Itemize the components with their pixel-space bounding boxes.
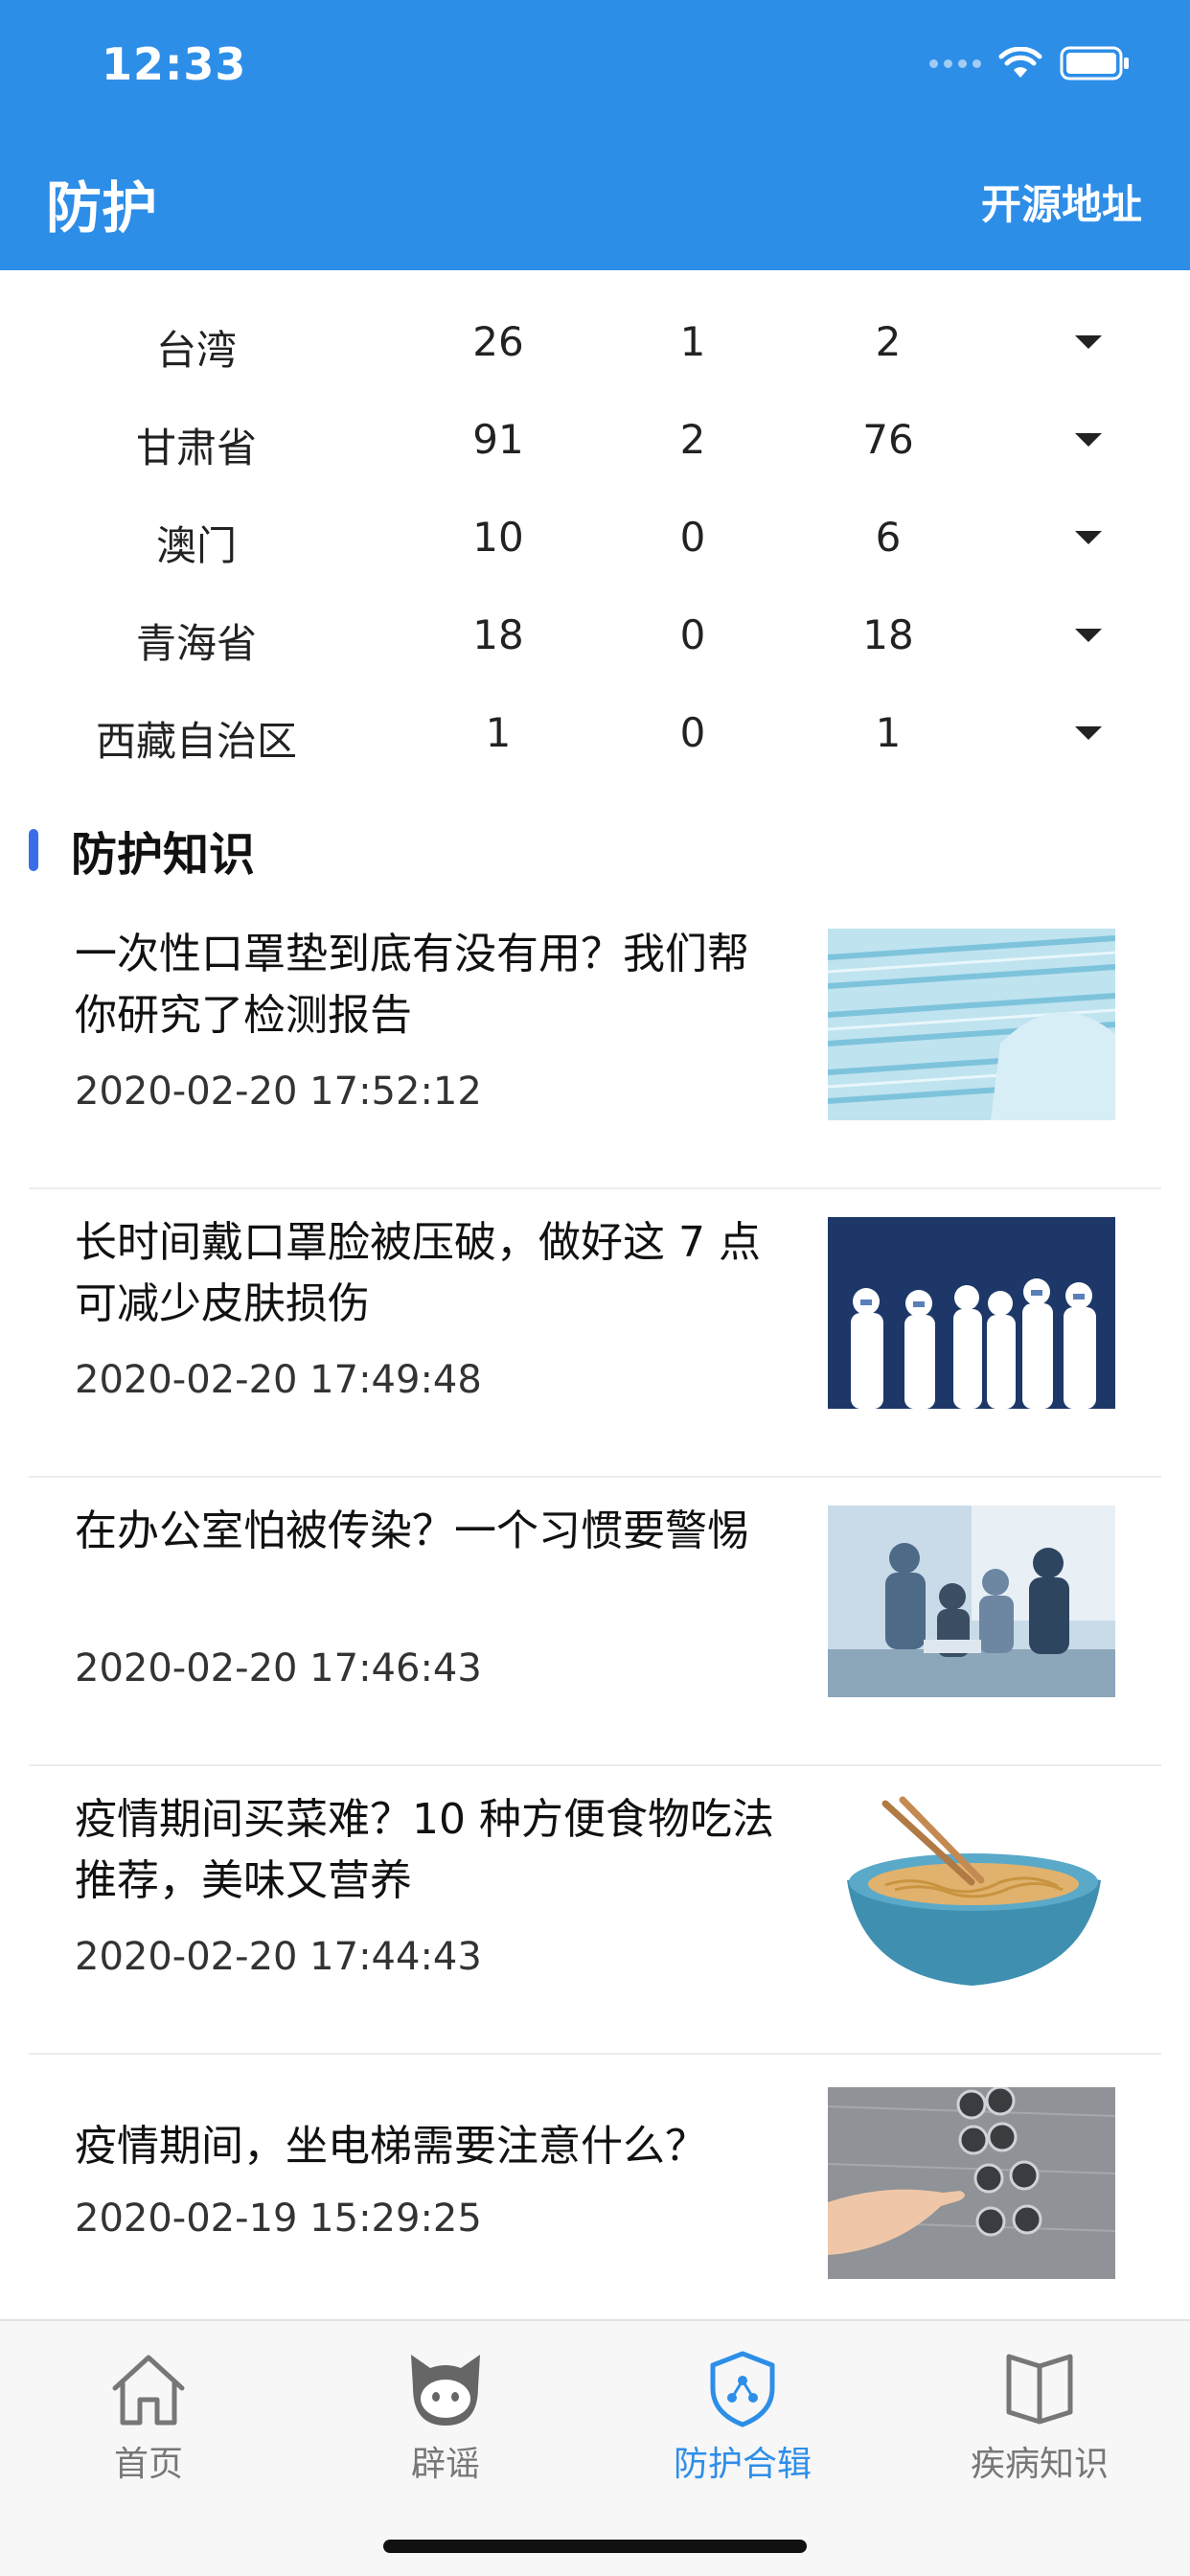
battery-icon — [1060, 46, 1129, 80]
region-stats-table: 台湾 26 1 2 甘肃省 91 2 76 澳门 10 0 6 青海省 18 0… — [0, 293, 1190, 782]
tab-label: 首页 — [113, 2445, 183, 2484]
expand-arrow-icon[interactable] — [1075, 335, 1102, 349]
masks-image — [828, 929, 1115, 1120]
section-accent-bar — [29, 829, 38, 871]
article-item[interactable]: 一次性口罩垫到底有没有用？我们帮你研究了检测报告 2020-02-20 17:5… — [0, 901, 1190, 1189]
region-name: 澳门 — [155, 522, 237, 569]
book-icon — [1006, 2354, 1073, 2425]
expand-arrow-icon[interactable] — [1075, 726, 1102, 740]
section-title: 防护知识 — [71, 828, 256, 882]
cured-count: 18 — [862, 611, 914, 658]
region-name: 甘肃省 — [135, 425, 257, 472]
article-title: 在办公室怕被传染？一个习惯要警惕 — [75, 1506, 749, 1555]
app-header: 12:33 防护 开源地址 — [0, 0, 1190, 270]
article-timestamp: 2020-02-19 15:29:25 — [75, 2196, 482, 2241]
expand-arrow-icon[interactable] — [1075, 433, 1102, 447]
status-icons — [929, 46, 1131, 80]
death-count: 2 — [679, 416, 706, 463]
confirmed-count: 1 — [485, 709, 512, 756]
expand-arrow-icon[interactable] — [1075, 629, 1102, 642]
table-row[interactable]: 甘肃省 91 2 76 — [0, 391, 1190, 489]
tab-home[interactable]: 首页 — [0, 2346, 297, 2486]
cured-count: 6 — [875, 514, 902, 561]
death-count: 0 — [679, 611, 706, 658]
office-image — [828, 1506, 1115, 1697]
article-timestamp: 2020-02-20 17:44:43 — [75, 1935, 482, 1979]
article-item[interactable]: 疫情期间，坐电梯需要注意什么？ 2020-02-19 15:29:25 — [0, 2055, 1190, 2343]
article-item[interactable]: 在办公室怕被传染？一个习惯要警惕 2020-02-20 17:46:43 — [0, 1478, 1190, 1766]
cured-count: 1 — [875, 709, 902, 756]
table-row[interactable]: 青海省 18 0 18 — [0, 586, 1190, 684]
article-timestamp: 2020-02-20 17:49:48 — [75, 1358, 482, 1402]
confirmed-count: 91 — [472, 416, 524, 463]
article-item[interactable]: 疫情期间买菜难？10 种方便食物吃法推荐，美味又营养 2020-02-20 17… — [0, 1766, 1190, 2055]
table-row[interactable]: 台湾 26 1 2 — [0, 293, 1190, 391]
wifi-icon — [998, 47, 1042, 78]
medical-staff-image — [828, 1217, 1115, 1409]
tab-label: 防护合辑 — [673, 2445, 812, 2484]
tab-label: 疾病知识 — [970, 2445, 1109, 2484]
tab-disease[interactable]: 疾病知识 — [891, 2346, 1188, 2486]
article-list: 一次性口罩垫到底有没有用？我们帮你研究了检测报告 2020-02-20 17:5… — [0, 901, 1190, 2343]
confirmed-count: 18 — [472, 611, 524, 658]
shield-icon — [710, 2351, 775, 2427]
signal-icon — [929, 58, 981, 68]
tab-rumor[interactable]: 辟谣 — [297, 2346, 594, 2486]
home-icon — [112, 2355, 185, 2426]
table-row[interactable]: 澳门 10 0 6 — [0, 489, 1190, 586]
region-name: 西藏自治区 — [95, 718, 297, 765]
article-timestamp: 2020-02-20 17:46:43 — [75, 1646, 482, 1690]
tab-protection[interactable]: 防护合辑 — [594, 2346, 891, 2486]
section-header: 防护知识 — [29, 816, 255, 884]
article-title: 一次性口罩垫到底有没有用？我们帮你研究了检测报告 — [75, 930, 749, 1040]
bottom-tab-bar: 首页 辟谣 防护合辑 疾病知识 — [0, 2319, 1190, 2576]
confirmed-count: 26 — [472, 318, 524, 365]
region-name: 青海省 — [135, 620, 257, 667]
status-time: 12:33 — [102, 38, 247, 90]
article-title: 长时间戴口罩脸被压破，做好这 7 点可减少皮肤损伤 — [75, 1218, 761, 1328]
cured-count: 76 — [862, 416, 914, 463]
death-count: 1 — [679, 318, 706, 365]
death-count: 0 — [679, 514, 706, 561]
table-row[interactable]: 西藏自治区 1 0 1 — [0, 684, 1190, 782]
article-title: 疫情期间买菜难？10 种方便食物吃法推荐，美味又营养 — [75, 1795, 774, 1905]
article-title: 疫情期间，坐电梯需要注意什么？ — [75, 2122, 707, 2171]
article-timestamp: 2020-02-20 17:52:12 — [75, 1070, 482, 1114]
confirmed-count: 10 — [472, 514, 524, 561]
article-item[interactable]: 长时间戴口罩脸被压破，做好这 7 点可减少皮肤损伤 2020-02-20 17:… — [0, 1189, 1190, 1478]
region-name: 台湾 — [155, 327, 237, 374]
home-indicator — [383, 2540, 807, 2553]
cured-count: 2 — [875, 318, 902, 365]
noodles-image — [828, 1794, 1115, 1986]
source-link[interactable]: 开源地址 — [981, 172, 1142, 231]
tab-label: 辟谣 — [410, 2445, 480, 2484]
page-title: 防护 — [46, 175, 158, 241]
death-count: 0 — [679, 709, 706, 756]
cat-mascot-icon — [411, 2355, 480, 2426]
expand-arrow-icon[interactable] — [1075, 531, 1102, 544]
elevator-image — [828, 2087, 1115, 2279]
